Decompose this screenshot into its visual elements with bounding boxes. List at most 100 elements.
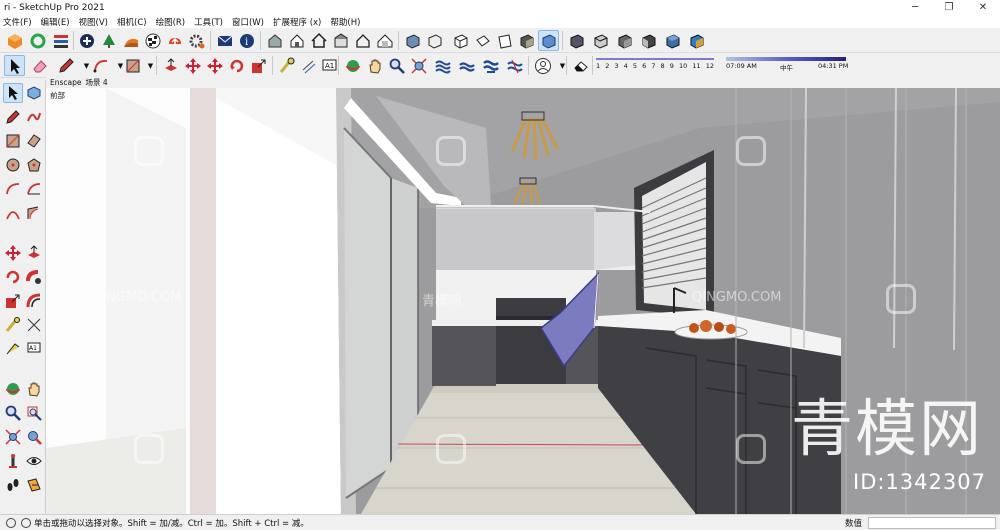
two-point-arc-icon[interactable] bbox=[3, 203, 23, 223]
model-info-icon[interactable] bbox=[264, 30, 285, 51]
roof-icon[interactable] bbox=[374, 30, 395, 51]
tree-icon[interactable] bbox=[98, 30, 119, 51]
house-outline-icon[interactable] bbox=[352, 30, 373, 51]
circle-icon[interactable] bbox=[3, 155, 23, 175]
minimize-icon[interactable]: ─ bbox=[898, 0, 932, 15]
follow-me-icon[interactable] bbox=[24, 267, 44, 287]
component-icon[interactable] bbox=[24, 83, 44, 103]
sandbox-icon[interactable] bbox=[120, 30, 141, 51]
menu-draw[interactable]: 绘图(R) bbox=[156, 16, 186, 28]
textured-icon[interactable] bbox=[686, 30, 707, 51]
polygon-icon[interactable] bbox=[24, 155, 44, 175]
orbit-icon[interactable] bbox=[3, 379, 23, 399]
profile-icon[interactable] bbox=[504, 55, 525, 76]
add-location-icon[interactable] bbox=[76, 30, 97, 51]
select-icon[interactable] bbox=[4, 55, 25, 76]
cube-outline-icon[interactable] bbox=[424, 30, 445, 51]
section-plane-icon[interactable] bbox=[24, 475, 44, 495]
menu-camera[interactable]: 相机(C) bbox=[117, 16, 147, 28]
orbit-icon[interactable] bbox=[342, 55, 363, 76]
hidden-line-icon[interactable] bbox=[638, 30, 659, 51]
scene-tab-enscape[interactable]: Enscape bbox=[50, 78, 82, 87]
menu-view[interactable]: 视图(V) bbox=[79, 16, 108, 28]
zoom-icon[interactable] bbox=[386, 55, 407, 76]
rotated-rect-icon[interactable] bbox=[24, 131, 44, 151]
home-icon[interactable] bbox=[308, 30, 329, 51]
warehouse-3d-icon[interactable] bbox=[4, 30, 25, 51]
credits-icon[interactable] bbox=[21, 517, 31, 528]
xray-icon[interactable] bbox=[590, 30, 611, 51]
previous-view-icon[interactable] bbox=[24, 427, 44, 447]
look-around-icon[interactable] bbox=[24, 451, 44, 471]
right-view-icon[interactable] bbox=[516, 30, 537, 51]
protractor-icon[interactable] bbox=[3, 339, 23, 359]
shaded-icon[interactable] bbox=[662, 30, 683, 51]
back-view-icon[interactable] bbox=[538, 30, 559, 51]
cube-icon[interactable] bbox=[402, 30, 423, 51]
push-pull-icon[interactable] bbox=[160, 55, 181, 76]
menu-help[interactable]: 帮助(H) bbox=[330, 16, 360, 28]
scale-icon[interactable] bbox=[3, 291, 23, 311]
text-icon[interactable]: A1 bbox=[24, 339, 44, 359]
model-viewport[interactable]: QINGMO.COM QINGMO.COM 青模网 青模网 ID:1342307 bbox=[46, 88, 1000, 514]
upload-icon[interactable] bbox=[164, 30, 185, 51]
menu-file[interactable]: 文件(F) bbox=[3, 16, 32, 28]
house-icon[interactable] bbox=[286, 30, 307, 51]
gear-icon[interactable] bbox=[186, 30, 207, 51]
scale-icon[interactable] bbox=[248, 55, 269, 76]
top-view-icon[interactable] bbox=[472, 30, 493, 51]
arc-icon[interactable] bbox=[3, 179, 23, 199]
arc-icon[interactable] bbox=[90, 55, 111, 76]
tape-measure-icon[interactable] bbox=[3, 315, 23, 335]
building-icon[interactable] bbox=[330, 30, 351, 51]
move-icon[interactable] bbox=[182, 55, 203, 76]
pan-icon[interactable] bbox=[24, 379, 44, 399]
tape-measure-icon[interactable] bbox=[276, 55, 297, 76]
chevron-down-icon[interactable]: ▼ bbox=[140, 55, 161, 76]
left-view-icon[interactable] bbox=[566, 30, 587, 51]
stamp-icon[interactable] bbox=[456, 55, 477, 76]
restore-icon[interactable]: ❐ bbox=[932, 0, 966, 15]
zoom-extents-icon[interactable] bbox=[408, 55, 429, 76]
measurements-input[interactable] bbox=[868, 517, 996, 529]
eraser-icon[interactable] bbox=[29, 55, 50, 76]
refresh-icon[interactable] bbox=[27, 30, 48, 51]
text-icon[interactable]: A1 bbox=[318, 55, 339, 76]
info-icon[interactable]: i bbox=[236, 30, 257, 51]
menu-extensions[interactable]: 扩展程序 (x) bbox=[273, 16, 321, 28]
user-icon[interactable] bbox=[532, 55, 553, 76]
time-slider-track[interactable] bbox=[726, 57, 846, 61]
mail-icon[interactable] bbox=[214, 30, 235, 51]
wireframe-icon[interactable] bbox=[614, 30, 635, 51]
pie-icon[interactable] bbox=[24, 179, 44, 199]
sandbox-smoove-icon[interactable] bbox=[432, 55, 453, 76]
walk-icon[interactable] bbox=[3, 475, 23, 495]
close-icon[interactable]: ✕ bbox=[966, 0, 1000, 15]
rectangle-icon[interactable] bbox=[3, 131, 23, 151]
zoom-window-icon[interactable] bbox=[24, 403, 44, 423]
iso-view-icon[interactable] bbox=[450, 30, 471, 51]
menu-tools[interactable]: 工具(T) bbox=[194, 16, 223, 28]
month-slider-track[interactable] bbox=[596, 58, 714, 60]
position-camera-icon[interactable] bbox=[3, 451, 23, 471]
rotate-icon[interactable] bbox=[226, 55, 247, 76]
move-icon[interactable] bbox=[204, 55, 225, 76]
menu-edit[interactable]: 编辑(E) bbox=[41, 16, 70, 28]
pencil-icon[interactable] bbox=[55, 55, 76, 76]
rotate-icon[interactable] bbox=[3, 267, 23, 287]
eraser2-icon[interactable] bbox=[570, 55, 591, 76]
zoom-icon[interactable] bbox=[3, 403, 23, 423]
menu-window[interactable]: 窗口(W) bbox=[232, 16, 264, 28]
front-view-icon[interactable] bbox=[494, 30, 515, 51]
dimension-icon[interactable] bbox=[298, 55, 319, 76]
move-icon[interactable] bbox=[3, 243, 23, 263]
push-pull-icon[interactable] bbox=[24, 243, 44, 263]
freehand-icon[interactable] bbox=[24, 107, 44, 127]
three-point-arc-icon[interactable] bbox=[24, 203, 44, 223]
checker-icon[interactable] bbox=[142, 30, 163, 51]
zoom-extents-icon[interactable] bbox=[3, 427, 23, 447]
status-info-icon[interactable] bbox=[6, 517, 16, 528]
offset-icon[interactable] bbox=[24, 291, 44, 311]
dimension-icon[interactable] bbox=[24, 315, 44, 335]
scene-tab-4[interactable]: 场景 4 bbox=[86, 77, 108, 88]
